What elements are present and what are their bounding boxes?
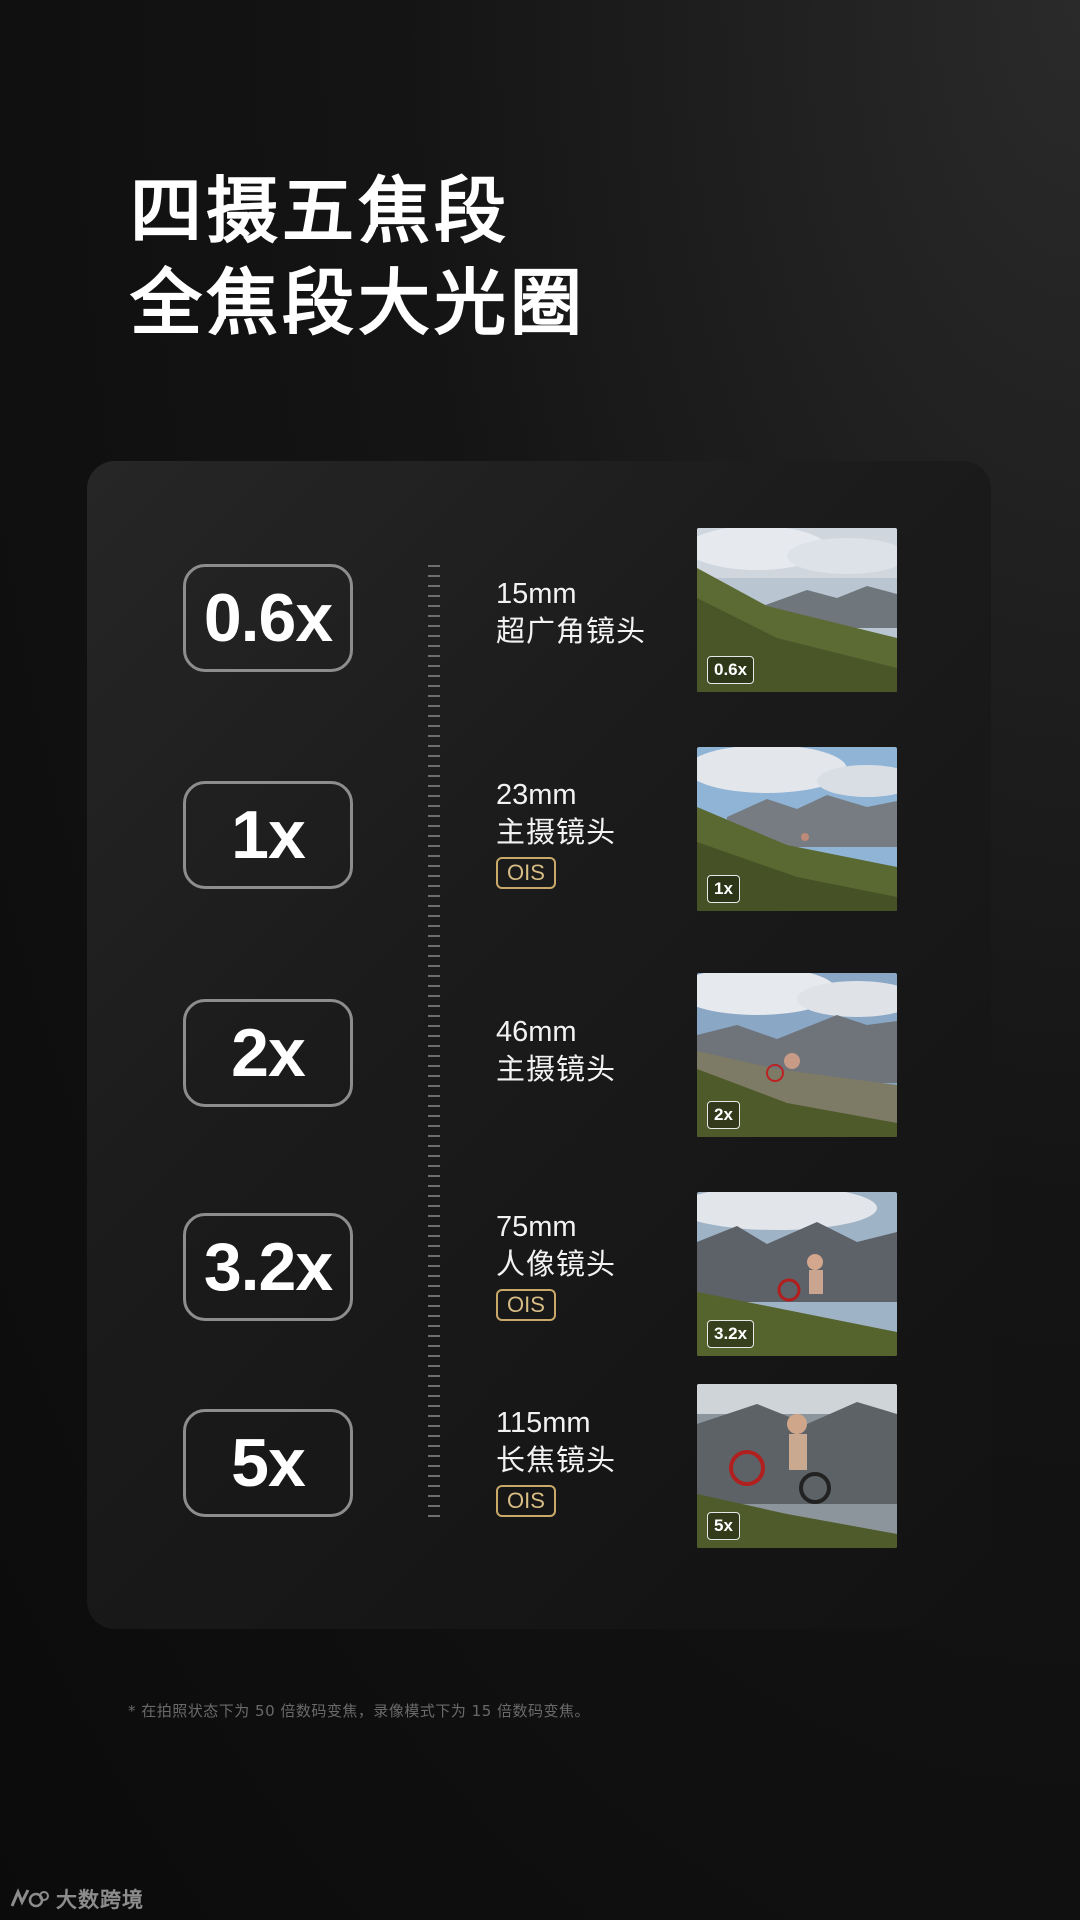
zoom-button-2x[interactable]: 2x <box>183 999 353 1107</box>
focal-length: 115mm <box>496 1407 591 1439</box>
brand-logo-icon <box>10 1888 49 1908</box>
zoom-button-0-6x[interactable]: 0.6x <box>183 564 353 672</box>
lens-info: 15mm 超广角镜头 <box>496 576 646 650</box>
lens-name: 长焦镜头 <box>496 1443 617 1477</box>
sample-photo: 1x <box>697 747 897 911</box>
sample-photo: 3.2x <box>697 1192 897 1356</box>
headline-line-2: 全焦段大光圈 <box>130 261 587 345</box>
focal-length: 15mm <box>496 578 577 610</box>
lens-name: 人像镜头 <box>496 1247 617 1281</box>
focal-length: 75mm <box>496 1211 577 1243</box>
focal-length: 23mm <box>496 779 577 811</box>
photo-zoom-tag: 5x <box>707 1512 740 1540</box>
sample-photo: 0.6x <box>697 528 897 692</box>
watermark-text: 大数跨境 <box>56 1888 144 1912</box>
lens-name: 主摄镜头 <box>496 1052 617 1086</box>
photo-zoom-tag: 2x <box>707 1101 740 1129</box>
lens-row-portrait: 3.2x 75mm 人像镜头 OIS 3.2x <box>0 1192 1080 1383</box>
lens-row-main-1x: 1x 23mm 主摄镜头 OIS 1x <box>0 747 1080 951</box>
lens-row-main-2x: 2x 46mm 主摄镜头 2x <box>0 973 1080 1169</box>
photo-zoom-tag: 0.6x <box>707 656 755 684</box>
focal-length: 46mm <box>496 1016 577 1048</box>
sample-photo: 5x <box>697 1384 897 1548</box>
headline-line-1: 四摄五焦段 <box>130 169 511 253</box>
lens-info: 115mm 长焦镜头 OIS <box>496 1405 616 1517</box>
watermark: 大数跨境 <box>8 1884 144 1914</box>
footnote: * 在拍照状态下为 50 倍数码变焦，录像模式下为 15 倍数码变焦。 <box>128 1702 591 1720</box>
headline: 四摄五焦段 全焦段大光圈 <box>130 165 586 349</box>
ois-badge: OIS <box>496 857 556 889</box>
zoom-button-3-2x[interactable]: 3.2x <box>183 1213 353 1321</box>
lens-row-ultrawide: 0.6x 15mm 超广角镜头 0.6x <box>0 528 1080 734</box>
lens-info: 75mm 人像镜头 OIS <box>496 1209 616 1321</box>
lens-row-telephoto: 5x 115mm 长焦镜头 OIS 5x <box>0 1384 1080 1579</box>
lens-name: 超广角镜头 <box>496 614 647 648</box>
lens-name: 主摄镜头 <box>496 815 617 849</box>
photo-zoom-tag: 3.2x <box>707 1320 755 1348</box>
lens-info: 23mm 主摄镜头 OIS <box>496 777 616 889</box>
ois-badge: OIS <box>496 1485 556 1517</box>
lens-info: 46mm 主摄镜头 <box>496 1014 616 1088</box>
zoom-button-5x[interactable]: 5x <box>183 1409 353 1517</box>
photo-zoom-tag: 1x <box>707 875 740 903</box>
ois-badge: OIS <box>496 1289 556 1321</box>
sample-photo: 2x <box>697 973 897 1137</box>
zoom-button-1x[interactable]: 1x <box>183 781 353 889</box>
